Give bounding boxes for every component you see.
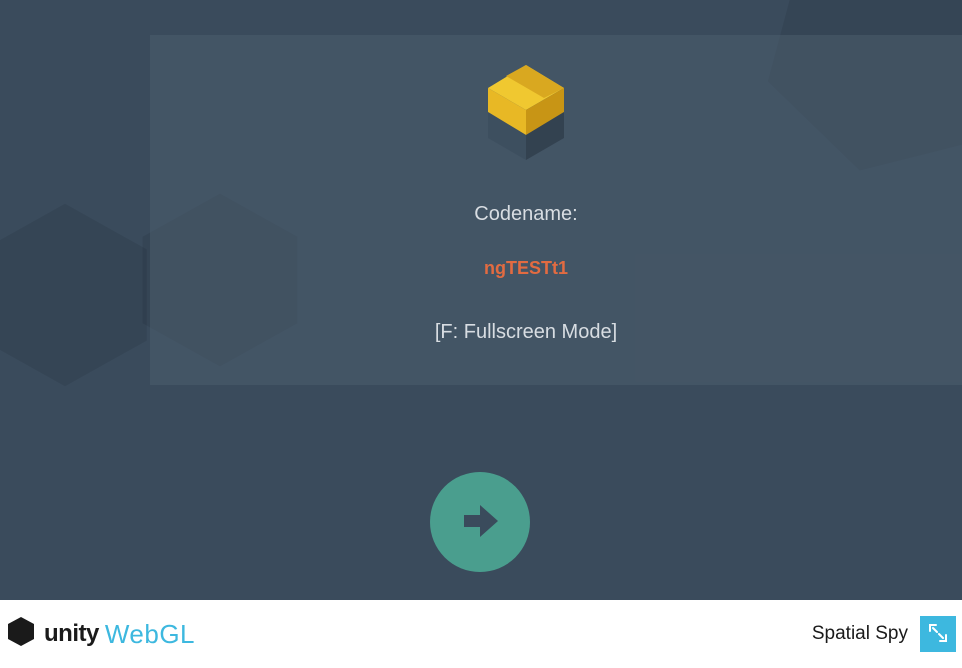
game-title: Spatial Spy	[812, 623, 908, 645]
footer-right: Spatial Spy	[812, 616, 956, 652]
unity-logo-icon	[4, 615, 38, 653]
codename-label: Codename:	[474, 203, 577, 226]
footer-bar: unity WebGL Spatial Spy	[0, 600, 962, 668]
arrow-right-icon	[452, 493, 508, 552]
main-panel: Codename: ngTESTt1 [F: Fullscreen Mode]	[150, 35, 962, 385]
fullscreen-icon	[929, 624, 947, 645]
unity-brand: unity WebGL	[4, 615, 195, 653]
game-logo-icon	[476, 60, 576, 165]
unity-text: unity	[44, 620, 99, 648]
webgl-text: WebGL	[105, 619, 195, 650]
fullscreen-hint: [F: Fullscreen Mode]	[435, 321, 617, 344]
proceed-button[interactable]	[430, 472, 530, 572]
codename-value: ngTESTt1	[484, 258, 568, 279]
game-canvas[interactable]: Codename: ngTESTt1 [F: Fullscreen Mode]	[0, 0, 962, 600]
fullscreen-button[interactable]	[920, 616, 956, 652]
